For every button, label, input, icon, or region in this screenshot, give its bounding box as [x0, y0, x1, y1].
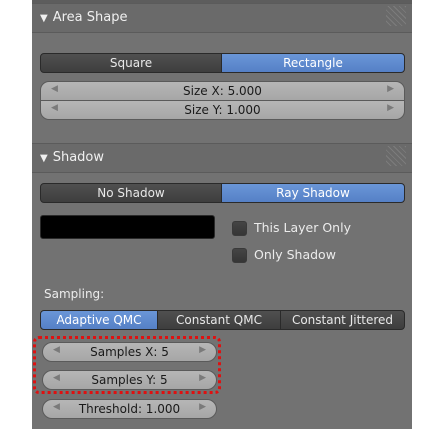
arrow-left-icon[interactable]: ◀: [51, 84, 58, 94]
size-x-field[interactable]: ◀ Size X: 5.000 ▶: [40, 81, 405, 101]
threshold-field[interactable]: ◀ Threshold: 1.000 ▶: [42, 399, 217, 419]
only-shadow-label: Only Shadow: [254, 247, 336, 262]
arrow-right-icon[interactable]: ▶: [387, 84, 394, 94]
arrow-left-icon[interactable]: ◀: [51, 103, 58, 113]
panel-grip-icon[interactable]: [386, 6, 406, 26]
size-y-field[interactable]: ◀ Size Y: 1.000 ▶: [40, 100, 405, 120]
this-layer-only-label: This Layer Only: [254, 220, 351, 235]
square-button[interactable]: Square: [40, 53, 222, 73]
threshold-label: Threshold: 1.000: [78, 402, 181, 416]
triangle-down-icon: ▼: [40, 153, 48, 164]
properties-panel: ▼ Area Shape Square Rectangle ◀ Size X: 5…: [32, 0, 412, 429]
sampling-label: Sampling:: [44, 287, 105, 301]
ray-shadow-button[interactable]: Ray Shadow: [221, 183, 405, 203]
panel-grip-icon[interactable]: [386, 146, 406, 166]
constant-jittered-button[interactable]: Constant Jittered: [280, 310, 405, 330]
shadow-color-swatch[interactable]: [40, 215, 215, 239]
arrow-left-icon[interactable]: ◀: [53, 402, 60, 412]
shadow-title: Shadow: [52, 150, 104, 165]
rectangle-button[interactable]: Rectangle: [221, 53, 405, 73]
triangle-down-icon: ▼: [40, 13, 48, 24]
constant-qmc-button[interactable]: Constant QMC: [157, 310, 281, 330]
area-shape-header[interactable]: ▼ Area Shape: [32, 3, 412, 33]
arrow-right-icon[interactable]: ▶: [387, 103, 394, 113]
size-y-label: Size Y: 1.000: [184, 103, 261, 117]
this-layer-only-checkbox[interactable]: [232, 221, 247, 236]
arrow-right-icon[interactable]: ▶: [199, 402, 206, 412]
adaptive-qmc-button[interactable]: Adaptive QMC: [40, 310, 158, 330]
shadow-header[interactable]: ▼ Shadow: [32, 143, 412, 173]
size-x-label: Size X: 5.000: [183, 84, 262, 98]
area-shape-title: Area Shape: [52, 10, 128, 25]
samples-highlight-box: [33, 336, 221, 394]
no-shadow-button[interactable]: No Shadow: [40, 183, 222, 203]
only-shadow-checkbox[interactable]: [232, 248, 247, 263]
